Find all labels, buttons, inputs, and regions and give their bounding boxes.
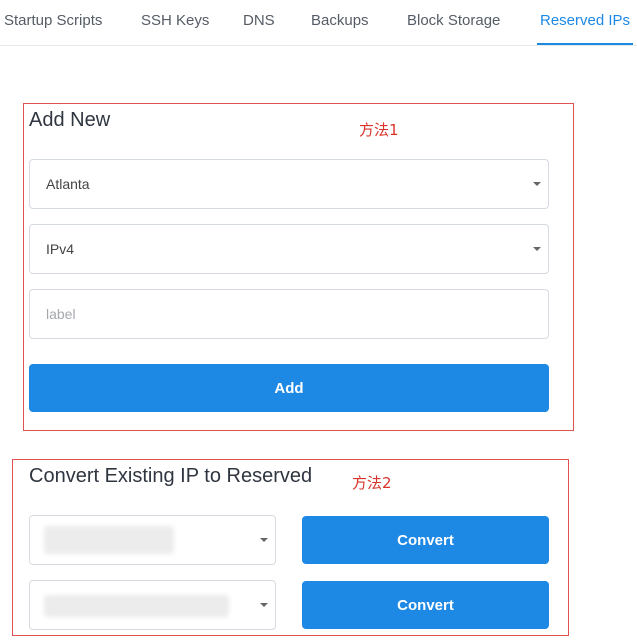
chevron-down-icon bbox=[260, 538, 268, 542]
location-select[interactable]: Atlanta bbox=[29, 159, 549, 209]
tab-dns[interactable]: DNS bbox=[243, 12, 275, 29]
tab-block-storage[interactable]: Block Storage bbox=[407, 12, 500, 29]
chevron-down-icon bbox=[533, 182, 541, 186]
ip-type-select-value: IPv4 bbox=[46, 241, 75, 257]
annotation-method-2: 方法2 bbox=[352, 474, 392, 492]
convert-button-2[interactable]: Convert bbox=[302, 581, 549, 629]
location-select-value: Atlanta bbox=[46, 176, 90, 192]
redacted-ip-1 bbox=[44, 526, 174, 554]
existing-ip-select-1[interactable] bbox=[29, 515, 276, 565]
tab-ssh-keys[interactable]: SSH Keys bbox=[141, 12, 209, 29]
tab-bar: Startup Scripts SSH Keys DNS Backups Blo… bbox=[0, 0, 637, 46]
add-new-heading: Add New bbox=[29, 109, 111, 131]
add-button[interactable]: Add bbox=[29, 364, 549, 412]
label-input[interactable]: label bbox=[29, 289, 549, 339]
tab-startup-scripts[interactable]: Startup Scripts bbox=[4, 12, 102, 29]
convert-button-1[interactable]: Convert bbox=[302, 516, 549, 564]
chevron-down-icon bbox=[260, 603, 268, 607]
active-tab-indicator bbox=[537, 43, 633, 45]
existing-ip-select-2[interactable] bbox=[29, 580, 276, 630]
ip-type-select[interactable]: IPv4 bbox=[29, 224, 549, 274]
annotation-method-1: 方法1 bbox=[359, 121, 399, 139]
tab-reserved-ips[interactable]: Reserved IPs bbox=[540, 12, 630, 29]
tab-backups[interactable]: Backups bbox=[311, 12, 369, 29]
convert-heading: Convert Existing IP to Reserved bbox=[29, 465, 313, 487]
label-input-placeholder: label bbox=[46, 306, 76, 322]
redacted-ip-2 bbox=[44, 595, 229, 617]
chevron-down-icon bbox=[533, 247, 541, 251]
